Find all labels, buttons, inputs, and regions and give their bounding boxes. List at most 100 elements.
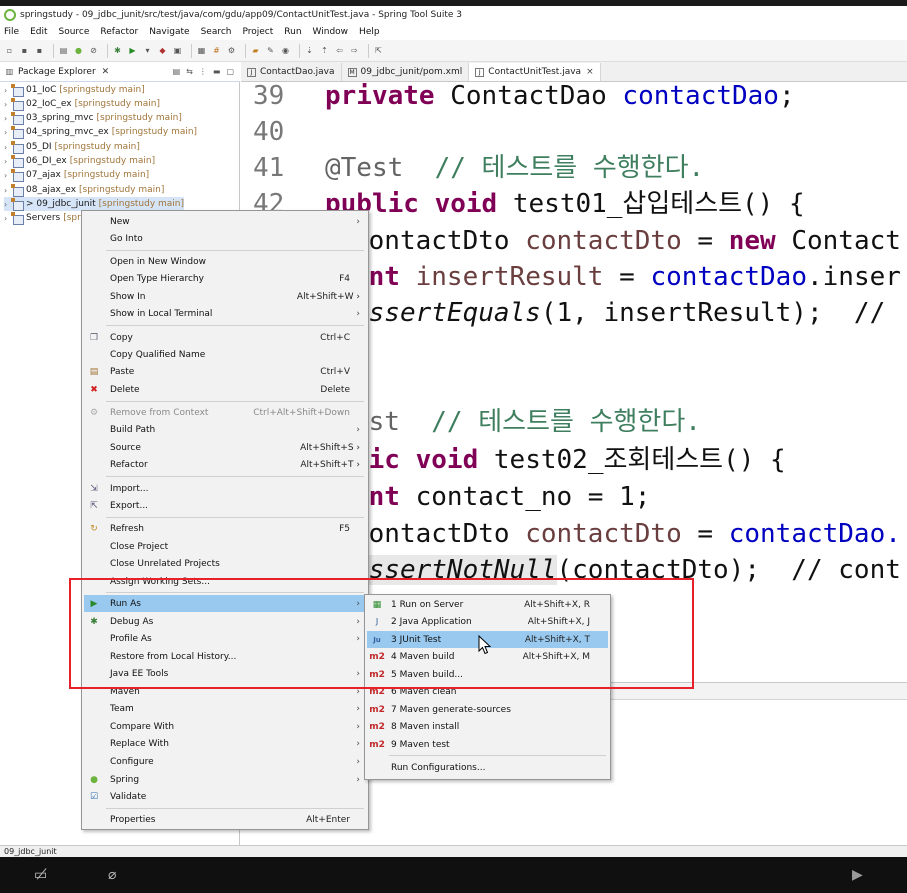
menu-item-paste[interactable]: ▤ Paste Ctrl+V [84,363,366,380]
debug-icon[interactable]: ✱ [112,45,123,56]
menu-item-run-as[interactable]: ▶ Run As › [84,595,366,612]
menu-item-build-path[interactable]: Build Path › [84,421,366,438]
tree-item-project[interactable]: › 02_IoC_ex [springstudy main] [4,97,160,111]
menu-item-profile-as[interactable]: Profile As › [84,630,366,647]
tab-contactdao[interactable]: J ContactDao.java [241,63,342,81]
minimize-icon[interactable]: ▬ [213,67,221,76]
menu-item-label: Compare With [110,721,175,732]
menu-item-copy[interactable]: ❐ Copy Ctrl+C [84,329,366,346]
tab-pom[interactable]: M 09_jdbc_junit/pom.xml [342,63,470,81]
tab-contactunittest[interactable]: J ContactUnitTest.java × [469,63,601,81]
menu-window[interactable]: Window [313,27,349,37]
menu-run[interactable]: Run [284,27,301,37]
submenu-item-java-application[interactable]: J 2 Java Application Alt+Shift+X, J [367,613,608,630]
menu-source[interactable]: Source [59,27,90,37]
submenu-item-maven-install[interactable]: m2 8 Maven install [367,718,608,735]
menu-item-java-ee-tools[interactable]: Java EE Tools › [84,665,366,682]
tree-item-project[interactable]: › 08_ajax_ex [springstudy main] [4,183,164,197]
submenu-item-maven-test[interactable]: m2 9 Maven test [367,736,608,753]
menu-item-new[interactable]: New › [84,213,366,230]
close-icon[interactable]: × [586,67,594,77]
save-icon[interactable]: ▪ [19,45,30,56]
tree-item-project[interactable]: › 06_DI_ex [springstudy main] [4,154,155,168]
spring-icon[interactable]: ● [73,45,84,56]
menu-item-compare-with[interactable]: Compare With › [84,718,366,735]
youtube-icon[interactable]: ▶ [852,867,863,883]
menu-edit[interactable]: Edit [30,27,47,37]
prev-annotation-icon[interactable]: ⇡ [319,45,330,56]
menu-item-team[interactable]: Team › [84,700,366,717]
menu-item-delete[interactable]: ✖ Delete Delete [84,381,366,398]
microphone-off-icon[interactable]: ⌀ [108,867,116,883]
menu-item-properties[interactable]: Properties Alt+Enter [84,811,366,828]
menu-item-close-unrelated[interactable]: Close Unrelated Projects [84,555,366,572]
menu-item-import[interactable]: ⇲ Import... [84,480,366,497]
menu-item-export[interactable]: ⇱ Export... [84,497,366,514]
coverage-icon[interactable]: ▣ [172,45,183,56]
maximize-icon[interactable]: ▢ [226,67,234,76]
link-editor-icon[interactable]: ⇆ [186,67,193,76]
menu-item-go-into[interactable]: Go Into [84,230,366,247]
forward-icon[interactable]: ⇨ [349,45,360,56]
menu-project[interactable]: Project [242,27,273,37]
submenu-item-run-on-server[interactable]: ▦ 1 Run on Server Alt+Shift+X, R [367,596,608,613]
tree-item-project[interactable]: › 01_IoC [springstudy main] [4,83,145,97]
print-icon[interactable]: ▤ [58,45,69,56]
run-icon[interactable]: ▶ [127,45,138,56]
pin-icon[interactable]: ⇱ [373,45,384,56]
menu-item-restore-local-history[interactable]: Restore from Local History... [84,648,366,665]
menu-item-spring[interactable]: ● Spring › [84,771,366,788]
menu-item-validate[interactable]: ☑ Validate [84,788,366,805]
menu-item-debug-as[interactable]: ✱ Debug As › [84,613,366,630]
menu-item-refactor[interactable]: Refactor Alt+Shift+T › [84,456,366,473]
save-all-icon[interactable]: ▪ [34,45,45,56]
menu-file[interactable]: File [4,27,19,37]
menu-item-open-type-hierarchy[interactable]: Open Type Hierarchy F4 [84,270,366,287]
menu-item-configure[interactable]: Configure › [84,753,366,770]
settings-icon[interactable]: ⚙ [226,45,237,56]
menu-item-remove-from-context[interactable]: ⚙ Remove from Context Ctrl+Alt+Shift+Down [84,404,366,421]
view-menu-icon[interactable]: ⋮ [199,67,207,76]
menu-item-replace-with[interactable]: Replace With › [84,735,366,752]
tree-item-servers[interactable]: › Servers [spr [4,211,81,225]
menu-item-source[interactable]: Source Alt+Shift+S › [84,439,366,456]
back-icon[interactable]: ⇦ [334,45,345,56]
menu-item-refresh[interactable]: ↻ Refresh F5 [84,520,366,537]
submenu-item-run-configurations[interactable]: Run Configurations... [367,759,608,776]
menu-help[interactable]: Help [359,27,380,37]
menu-item-copy-qualified-name[interactable]: Copy Qualified Name [84,346,366,363]
tree-item-project[interactable]: › 05_DI [springstudy main] [4,140,140,154]
menu-item-maven[interactable]: Maven › [84,683,366,700]
menu-navigate[interactable]: Navigate [149,27,189,37]
tree-item-project[interactable]: › 07_ajax [springstudy main] [4,168,149,182]
menu-item-label: Spring [110,774,140,785]
open-type-icon[interactable]: ▰ [250,45,261,56]
tree-item-project[interactable]: › 04_spring_mvc_ex [springstudy main] [4,125,197,139]
next-annotation-icon[interactable]: ⇣ [304,45,315,56]
project-location: [springstudy main] [98,199,185,209]
new-server-icon[interactable]: ▦ [196,45,207,56]
tree-item-project[interactable]: › 03_spring_mvc [springstudy main] [4,111,182,125]
menu-item-assign-working-sets[interactable]: Assign Working Sets... [84,573,366,590]
search-icon[interactable]: ◉ [280,45,291,56]
submenu-item-maven-build-dialog[interactable]: m2 5 Maven build... [367,666,608,683]
submenu-item-maven-clean[interactable]: m2 6 Maven clean [367,683,608,700]
menu-refactor[interactable]: Refactor [100,27,138,37]
open-task-icon[interactable]: ✎ [265,45,276,56]
collapse-all-icon[interactable]: ▤ [173,67,181,76]
menu-item-close-project[interactable]: Close Project [84,538,366,555]
menu-item-open-new-window[interactable]: Open in New Window [84,253,366,270]
external-tools-icon[interactable]: ◆ [157,45,168,56]
menu-search[interactable]: Search [201,27,232,37]
package-explorer-tab[interactable]: ▥ Package Explorer ✕ ▤ ⇆ ⋮ ▬ ▢ [0,62,240,82]
menu-item-show-local-terminal[interactable]: Show in Local Terminal › [84,305,366,322]
run-dropdown-icon[interactable]: ▾ [142,45,153,56]
tree-item-project-selected[interactable]: › > 09_jdbc_junit [springstudy main] [4,197,185,211]
skip-breakpoints-icon[interactable]: ⊘ [88,45,99,56]
menu-item-show-in[interactable]: Show In Alt+Shift+W › [84,288,366,305]
submenu-item-maven-generate-sources[interactable]: m2 7 Maven generate-sources [367,701,608,718]
new-icon[interactable]: ▫ [4,45,15,56]
close-icon[interactable]: ✕ [102,67,110,77]
camera-off-icon[interactable]: ▭̸ [34,867,47,883]
grid-icon[interactable]: # [211,45,222,56]
